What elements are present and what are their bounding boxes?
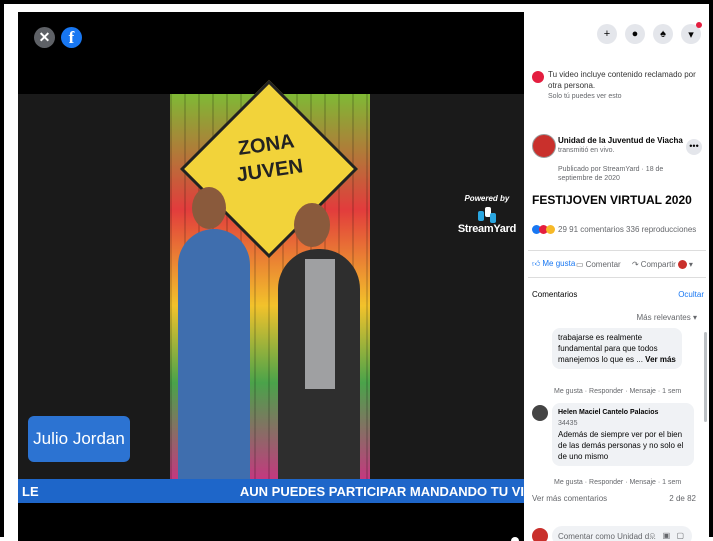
streamyard-branding: Powered by StreamYard xyxy=(458,194,516,235)
more-options-icon[interactable]: ••• xyxy=(686,139,702,155)
close-icon[interactable]: ✕ xyxy=(34,27,55,48)
sort-dropdown[interactable]: Más relevantes ▾ xyxy=(637,313,698,322)
comment-label: Comentar xyxy=(585,259,621,269)
comment-button[interactable]: ▭ Comentar xyxy=(576,260,632,269)
header-actions: + ● ♠ ▾ xyxy=(597,22,702,44)
post-title: FESTIJOVEN VIRTUAL 2020 xyxy=(532,193,692,207)
comment-author[interactable]: Helen Maciel Cantelo Palacios xyxy=(558,407,688,418)
post-panel: + ● ♠ ▾ Tu video incluye contenido recla… xyxy=(524,12,709,541)
person-right-shirt xyxy=(305,259,335,389)
video-top-controls: ✕ f xyxy=(34,27,82,48)
post-actions: 👍︎ Me gusta ▭ Comentar ↷ Compartir ▾ xyxy=(528,250,706,278)
comment-bubble: Helen Maciel Cantelo Palacios 34435 Adem… xyxy=(552,403,694,466)
like-button[interactable]: 👍︎ Me gusta xyxy=(528,259,576,269)
share-icon: ↷ xyxy=(632,259,639,269)
composer-avatar xyxy=(532,528,548,541)
chevron-down-icon: ▾ xyxy=(688,259,693,269)
powered-by-label: Powered by xyxy=(464,194,510,203)
sort-label: Más relevantes xyxy=(636,313,691,322)
page-avatar[interactable] xyxy=(532,134,556,158)
scrollbar[interactable] xyxy=(704,332,707,422)
claim-text: Tu video incluye contenido reclamado por… xyxy=(548,70,696,90)
facebook-icon[interactable]: f xyxy=(61,27,82,48)
comment-bubble: trabajarse es realmente fundamental para… xyxy=(552,328,682,369)
comments-title: Comentarios xyxy=(532,290,578,299)
person-right-head xyxy=(294,203,330,247)
chevron-down-icon[interactable]: ▾ xyxy=(681,22,702,44)
window-frame: ✕ f ZONA JUVEN Powered by StreamYard Jul… xyxy=(0,0,713,541)
more-comments-link[interactable]: Ver más comentarios xyxy=(532,494,607,503)
playback-dot-icon[interactable] xyxy=(511,537,519,541)
comment-count: 2 de 82 xyxy=(669,494,696,503)
plus-icon[interactable]: + xyxy=(597,24,617,44)
composer-icons[interactable]: ☺ ▣ ▢ xyxy=(648,531,686,540)
messenger-icon[interactable]: ● xyxy=(625,24,645,44)
name-tag: Julio Jordan xyxy=(28,416,130,462)
post-stats[interactable]: 29 91 comentarios 336 reproducciones xyxy=(532,225,704,234)
background-wall: ZONA JUVEN xyxy=(170,79,370,479)
share-button[interactable]: ↷ Compartir ▾ xyxy=(632,259,693,269)
like-label: Me gusta xyxy=(542,259,576,268)
commenter-avatar[interactable] xyxy=(532,405,548,421)
comment-text: trabajarse es realmente fundamental para… xyxy=(558,333,658,364)
share-avatar-icon xyxy=(677,259,687,269)
haha-reaction-icon xyxy=(546,225,555,234)
comment-icon: ▭ xyxy=(576,259,584,269)
streamyard-label: StreamYard xyxy=(457,223,516,235)
stats-text: 29 91 comentarios 336 reproducciones xyxy=(558,225,697,234)
person-left xyxy=(178,229,250,479)
see-more-link[interactable]: Ver más xyxy=(645,355,676,364)
alert-icon xyxy=(532,71,544,83)
claim-sub: Solo tú puedes ver esto xyxy=(548,93,622,100)
comment-input[interactable]: Comentar como Unidad d... ☺ ▣ ▢ xyxy=(552,526,692,541)
comment-actions[interactable]: Me gusta · Responder · Mensaje · 1 sem xyxy=(554,479,681,486)
hide-comments-link[interactable]: Ocultar xyxy=(678,290,704,299)
comment-text: Además de siempre ver por el bien de las… xyxy=(558,430,684,461)
ticker-right-text: AUN PUEDES PARTICIPAR MANDANDO TU VI xyxy=(239,483,524,499)
comment-actions[interactable]: Me gusta · Responder · Mensaje · 1 sem xyxy=(554,388,681,395)
post-date: Publicado por StreamYard · 18 de septiem… xyxy=(558,166,664,182)
more-comments-row[interactable]: Ver más comentarios 2 de 82 xyxy=(532,494,696,503)
page-name[interactable]: Unidad de la Juventud de Viacha xyxy=(558,136,683,145)
streamyard-icon xyxy=(477,207,496,223)
comment-sub: 34435 xyxy=(558,420,578,427)
person-left-head xyxy=(192,187,226,229)
thumbs-up-icon: 👍︎ xyxy=(532,259,541,268)
comment-placeholder: Comentar como Unidad d... xyxy=(558,531,656,541)
post-meta: transmitió en vivo. xyxy=(558,147,615,154)
bell-icon[interactable]: ♠ xyxy=(653,24,673,44)
ticker-left-text: LE xyxy=(22,483,39,499)
ticker-banner: LE AUN PUEDES PARTICIPAR MANDANDO TU VI xyxy=(18,479,524,503)
share-label: Compartir xyxy=(640,259,676,269)
video-player[interactable]: ✕ f ZONA JUVEN Powered by StreamYard Jul… xyxy=(18,12,524,541)
notification-dot xyxy=(696,22,702,28)
copyright-claim-notice: Tu video incluye contenido reclamado por… xyxy=(532,69,704,102)
comments-header: Comentarios Ocultar xyxy=(532,290,704,299)
